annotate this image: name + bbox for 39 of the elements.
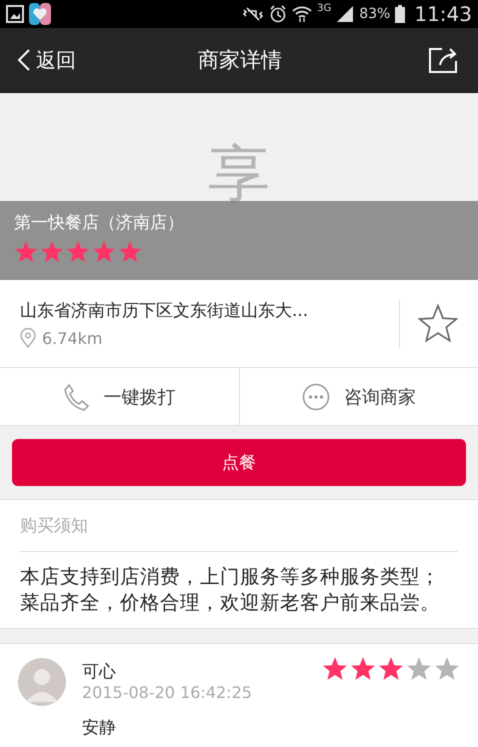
store-name: 第一快餐店（济南店）	[14, 212, 185, 234]
star-icon	[378, 656, 404, 682]
placeholder-logo: 享	[207, 143, 271, 205]
battery-level: 83%	[359, 6, 390, 22]
store-address: 山东省济南市历下区文东街道山东大...	[20, 300, 310, 322]
wifi-icon	[292, 5, 312, 23]
section-title: 购买须知	[20, 500, 458, 552]
battery-icon	[395, 5, 406, 23]
star-icon	[350, 656, 376, 682]
vibrate-icon	[242, 6, 264, 22]
avatar	[18, 658, 66, 706]
review-time: 2015-08-20 16:42:25	[82, 683, 253, 702]
chat-bubble-icon	[302, 382, 330, 410]
network-type: 3G	[317, 3, 332, 14]
notice-text: 本店支持到店消费，上门服务等多种服务类型；菜品齐全，价格合理，欢迎新老客户前来品尝。	[20, 564, 441, 616]
back-icon	[18, 49, 30, 71]
page-title: 商家详情	[198, 47, 282, 74]
clock: 11:43	[414, 2, 472, 26]
share-icon[interactable]	[428, 47, 458, 73]
star-icon	[118, 240, 142, 264]
distance: 6.74km	[42, 328, 102, 348]
order-button[interactable]: 点餐	[12, 439, 466, 486]
heart-app-icon	[29, 3, 51, 25]
star-icon	[14, 240, 38, 264]
review-text: 安静	[82, 717, 117, 739]
star-icon	[40, 240, 64, 264]
star-icon	[66, 240, 90, 264]
star-icon	[322, 656, 348, 682]
star-icon	[434, 656, 460, 682]
star-icon[interactable]	[418, 304, 458, 344]
reviewer-name: 可心	[82, 661, 116, 683]
phone-icon	[63, 382, 90, 410]
back-button[interactable]: 返回	[18, 46, 76, 74]
star-icon	[92, 240, 116, 264]
location-pin-icon	[20, 328, 36, 348]
star-icon	[406, 656, 432, 682]
signal-icon	[336, 5, 354, 23]
alarm-icon	[269, 5, 288, 23]
gallery-icon	[6, 5, 24, 23]
